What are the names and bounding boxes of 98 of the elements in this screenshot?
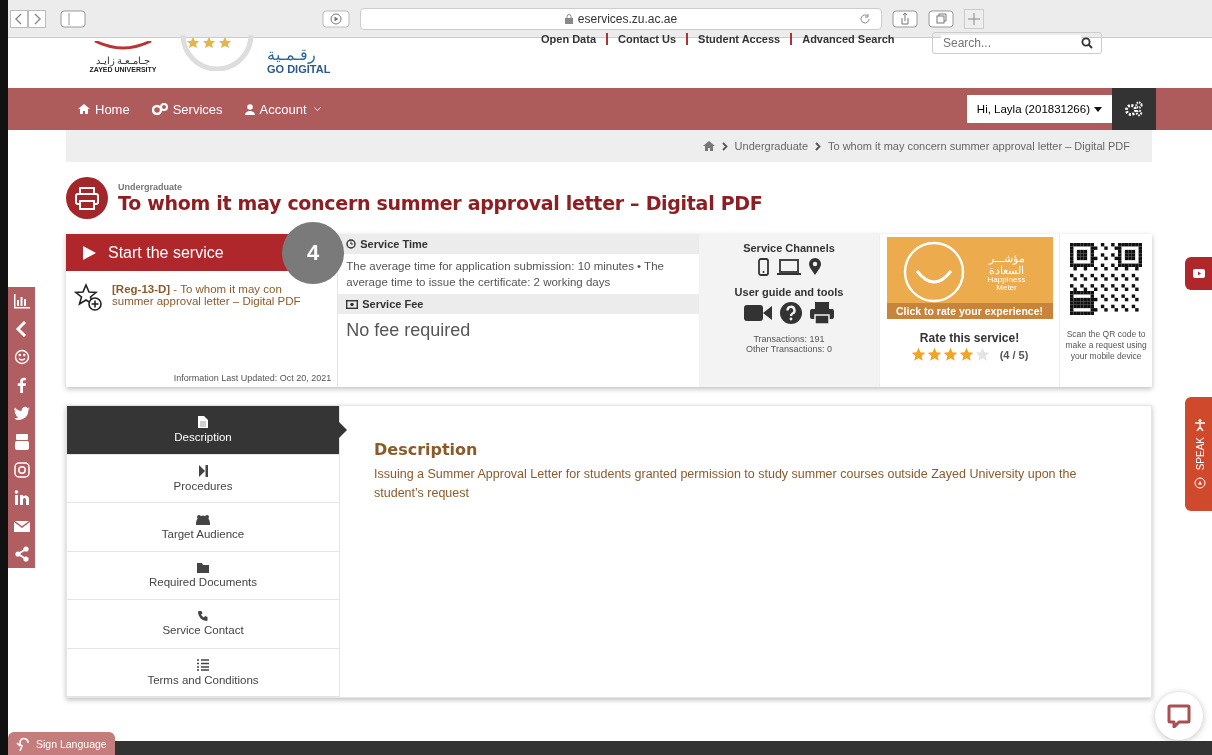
service-title: To whom it may concern summer approval letter – Digital PDF (118, 192, 763, 214)
header-link[interactable]: Advanced Search (802, 33, 895, 45)
qr-caption: Scan the QR code to make a request using your mobile device (1064, 329, 1148, 363)
rating-star[interactable] (926, 347, 942, 362)
chevron-right-icon (721, 141, 728, 151)
chat-button[interactable] (1155, 692, 1203, 740)
folder-icon (197, 562, 209, 573)
play-icon (82, 245, 96, 260)
tab[interactable]: Procedures (67, 454, 339, 503)
document-icon (198, 416, 208, 429)
tab[interactable]: Required Documents (67, 551, 339, 600)
header-link[interactable]: Contact Us (618, 33, 677, 45)
other-transactions-count: Other Transactions: 0 (745, 344, 832, 354)
breadcrumb-link[interactable]: Undergraduate (734, 140, 808, 152)
tab-pointer (339, 422, 347, 438)
reload-icon[interactable] (859, 12, 871, 25)
home-icon (78, 104, 90, 114)
award-emblem-icon (179, 35, 255, 71)
user-icon (244, 103, 255, 115)
forward-icon[interactable] (28, 9, 46, 28)
caret-icon (313, 106, 321, 112)
channels-heading: Service Channels (743, 242, 835, 254)
gears-icon (1124, 101, 1144, 117)
transactions-count: Transactions: 191 (753, 334, 825, 344)
tabs-icon[interactable] (928, 9, 954, 28)
section-heading: Service Fee (362, 298, 424, 311)
video-play-icon (1193, 269, 1205, 278)
tab[interactable]: Service Contact (67, 600, 339, 649)
banknote-icon (346, 299, 359, 309)
up-arrow-circle-icon (1194, 476, 1206, 489)
share-icon[interactable] (13, 545, 30, 562)
address-bar[interactable]: eservices.zu.ac.ae (360, 7, 882, 30)
rating-star[interactable] (910, 347, 926, 362)
video-camera-icon[interactable] (744, 304, 772, 322)
service-fee-text: No fee required (345, 319, 472, 343)
linkedin-icon[interactable] (13, 489, 30, 506)
service-time-text: The average time for application submission: 10 minutes • The average time to issue the certificate: 2 working days (345, 259, 665, 290)
phone-icon (198, 611, 208, 622)
home-icon[interactable] (702, 141, 715, 151)
rating-star[interactable] (974, 347, 990, 362)
settings-button[interactable] (1112, 88, 1156, 130)
nav-link[interactable]: Account (244, 101, 321, 117)
star-add-icon[interactable] (74, 283, 104, 313)
happiness-arabic-text: مؤشـــر السعادة (987, 251, 1026, 276)
bar-chart-icon[interactable] (13, 293, 30, 310)
rings-icon (151, 103, 168, 115)
content-heading: Description (374, 440, 479, 459)
tab[interactable]: Description (67, 406, 339, 455)
digital-arabic-text: رقـمـية (267, 47, 317, 63)
rating-score: (4 / 5) (999, 348, 1029, 361)
chevron-right-icon (815, 141, 821, 151)
content-text: Issuing a Summer Approval Letter for students granted permission to study summer courses outside Zayed University upon the student’s request (374, 466, 1078, 502)
section-heading: Service Time (360, 238, 428, 250)
nav-link[interactable]: Services (151, 101, 223, 117)
step-forward-icon (198, 464, 208, 477)
user-menu-button[interactable]: Hi, Layla (201831266) (966, 95, 1112, 123)
logo-arabic-text: جـامـعـة زايـد (95, 55, 151, 66)
url-text: eservices.zu.ac.ae (577, 11, 678, 26)
clock-icon (346, 239, 357, 249)
service-reference: summer approval letter – Digital PDF (112, 295, 301, 307)
person-icon (1194, 419, 1206, 432)
location-pin-icon[interactable] (808, 258, 821, 276)
printer-icon (66, 177, 108, 219)
speak-tab[interactable]: SPEAK (1185, 397, 1212, 511)
list-icon (197, 658, 209, 671)
caret-icon (1094, 106, 1102, 112)
tools-heading: User guide and tools (734, 286, 844, 298)
last-updated-text: Information Last Updated: Oct 20, 2021 (172, 373, 333, 385)
tab[interactable]: Terms and Conditions (67, 648, 339, 697)
rate-heading: Rate this service! (919, 331, 1020, 345)
service-reference: [Reg-13-D] - To whom it may con (112, 283, 283, 295)
nav-link[interactable]: Home (78, 101, 130, 117)
search-icon[interactable] (1081, 37, 1093, 49)
tab[interactable]: Target Audience (67, 503, 339, 552)
instagram-icon[interactable] (13, 461, 30, 478)
smiley-icon (902, 241, 965, 303)
rating-star[interactable] (958, 347, 974, 362)
share-page-icon[interactable] (892, 9, 918, 28)
lock-icon (564, 13, 573, 24)
rate-experience-text: Click to rate your experience! (886, 303, 1053, 319)
search-field[interactable]: Search... (932, 32, 1102, 54)
step-number-tooltip: 4 (282, 222, 344, 284)
chat-icon (1167, 704, 1191, 728)
mobile-icon[interactable] (757, 258, 769, 276)
laptop-icon[interactable] (776, 259, 801, 275)
breadcrumb-link[interactable]: To whom it may concern summer approval letter – Digital PDF (828, 140, 1130, 152)
header-link[interactable]: Student Access (698, 33, 781, 45)
help-icon[interactable] (780, 302, 802, 324)
header-link[interactable]: Open Data (541, 33, 596, 45)
back-icon[interactable] (10, 9, 28, 28)
rating-star[interactable] (942, 347, 958, 362)
twitter-icon[interactable] (13, 405, 30, 422)
reader-icon[interactable] (322, 9, 350, 28)
printer-icon[interactable] (810, 302, 834, 324)
happiness-label: Happiness Meter (986, 275, 1027, 293)
smiley-icon[interactable] (13, 349, 30, 366)
digital-logo-text: GO DIGITAL (267, 63, 331, 75)
service-category: Undergraduate (118, 182, 183, 192)
